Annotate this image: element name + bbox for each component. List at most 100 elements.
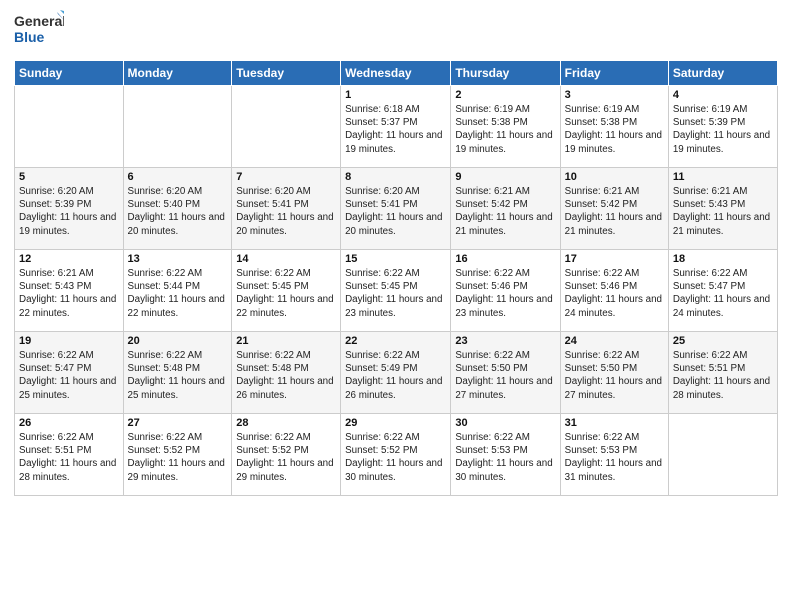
day-number: 21: [236, 335, 336, 347]
calendar-cell: 13 Sunrise: 6:22 AMSunset: 5:44 PMDayligh…: [123, 250, 232, 332]
day-number: 24: [565, 335, 664, 347]
day-number: 2: [455, 89, 555, 101]
calendar-cell: 27 Sunrise: 6:22 AMSunset: 5:52 PMDayligh…: [123, 414, 232, 496]
calendar-header-thursday: Thursday: [451, 61, 560, 86]
day-number: 26: [19, 417, 119, 429]
calendar-cell: 21 Sunrise: 6:22 AMSunset: 5:48 PMDayligh…: [232, 332, 341, 414]
day-number: 9: [455, 171, 555, 183]
day-info: Sunrise: 6:22 AMSunset: 5:48 PMDaylight:…: [128, 349, 228, 402]
day-number: 3: [565, 89, 664, 101]
day-info: Sunrise: 6:22 AMSunset: 5:45 PMDaylight:…: [345, 267, 446, 320]
calendar-cell: 12Sunrise: 6:21 AMSunset: 5:43 PMDayligh…: [15, 250, 124, 332]
day-number: 31: [565, 417, 664, 429]
day-info: Sunrise: 6:22 AMSunset: 5:52 PMDaylight:…: [345, 431, 446, 484]
day-number: 17: [565, 253, 664, 265]
day-number: 8: [345, 171, 446, 183]
calendar-cell: 5 Sunrise: 6:20 AMSunset: 5:39 PMDaylight…: [15, 168, 124, 250]
day-info: Sunrise: 6:20 AMSunset: 5:41 PMDaylight:…: [345, 185, 446, 238]
calendar-cell: 6 Sunrise: 6:20 AMSunset: 5:40 PMDaylight…: [123, 168, 232, 250]
calendar-cell: 10 Sunrise: 6:21 AMSunset: 5:42 PMDayligh…: [560, 168, 668, 250]
day-number: 27: [128, 417, 228, 429]
calendar-cell: 31 Sunrise: 6:22 AMSunset: 5:53 PMDayligh…: [560, 414, 668, 496]
logo: General Blue: [14, 10, 64, 52]
calendar-cell: 16Sunrise: 6:22 AMSunset: 5:46 PMDayligh…: [451, 250, 560, 332]
day-info: Sunrise: 6:22 AMSunset: 5:45 PMDaylight:…: [236, 267, 336, 320]
day-info: Sunrise: 6:21 AMSunset: 5:43 PMDaylight:…: [673, 185, 773, 238]
day-info: Sunrise: 6:18 AMSunset: 5:37 PMDaylight:…: [345, 103, 446, 156]
day-number: 11: [673, 171, 773, 183]
calendar-cell: 17Sunrise: 6:22 AMSunset: 5:46 PMDayligh…: [560, 250, 668, 332]
calendar-header-friday: Friday: [560, 61, 668, 86]
day-info: Sunrise: 6:19 AMSunset: 5:39 PMDaylight:…: [673, 103, 773, 156]
day-number: 29: [345, 417, 446, 429]
day-number: 14: [236, 253, 336, 265]
day-info: Sunrise: 6:22 AMSunset: 5:44 PMDaylight:…: [128, 267, 228, 320]
calendar-header-wednesday: Wednesday: [341, 61, 451, 86]
day-number: 10: [565, 171, 664, 183]
day-info: Sunrise: 6:22 AMSunset: 5:50 PMDaylight:…: [455, 349, 555, 402]
calendar-cell: 22Sunrise: 6:22 AMSunset: 5:49 PMDayligh…: [341, 332, 451, 414]
day-number: 1: [345, 89, 446, 101]
day-number: 7: [236, 171, 336, 183]
calendar-cell: 24 Sunrise: 6:22 AMSunset: 5:50 PMDayligh…: [560, 332, 668, 414]
calendar-cell: 15Sunrise: 6:22 AMSunset: 5:45 PMDayligh…: [341, 250, 451, 332]
day-number: 13: [128, 253, 228, 265]
calendar-cell: 19Sunrise: 6:22 AMSunset: 5:47 PMDayligh…: [15, 332, 124, 414]
day-info: Sunrise: 6:22 AMSunset: 5:47 PMDaylight:…: [19, 349, 119, 402]
day-info: Sunrise: 6:22 AMSunset: 5:48 PMDaylight:…: [236, 349, 336, 402]
day-info: Sunrise: 6:22 AMSunset: 5:52 PMDaylight:…: [128, 431, 228, 484]
calendar-cell: 11 Sunrise: 6:21 AMSunset: 5:43 PMDayligh…: [668, 168, 777, 250]
day-info: Sunrise: 6:22 AMSunset: 5:47 PMDaylight:…: [673, 267, 773, 320]
day-info: Sunrise: 6:19 AMSunset: 5:38 PMDaylight:…: [565, 103, 664, 156]
day-info: Sunrise: 6:22 AMSunset: 5:52 PMDaylight:…: [236, 431, 336, 484]
logo-svg: General Blue: [14, 10, 64, 52]
day-info: Sunrise: 6:21 AMSunset: 5:42 PMDaylight:…: [565, 185, 664, 238]
calendar-week-5: 26 Sunrise: 6:22 AMSunset: 5:51 PMDayligh…: [15, 414, 778, 496]
calendar-cell: [668, 414, 777, 496]
calendar-cell: 30Sunrise: 6:22 AMSunset: 5:53 PMDayligh…: [451, 414, 560, 496]
day-info: Sunrise: 6:22 AMSunset: 5:50 PMDaylight:…: [565, 349, 664, 402]
calendar-cell: 4 Sunrise: 6:19 AMSunset: 5:39 PMDaylight…: [668, 86, 777, 168]
svg-text:General: General: [14, 13, 64, 29]
calendar-table: SundayMondayTuesdayWednesdayThursdayFrid…: [14, 60, 778, 496]
calendar-cell: 29 Sunrise: 6:22 AMSunset: 5:52 PMDayligh…: [341, 414, 451, 496]
page-header: General Blue: [14, 10, 778, 52]
calendar-cell: 28 Sunrise: 6:22 AMSunset: 5:52 PMDayligh…: [232, 414, 341, 496]
calendar-cell: [123, 86, 232, 168]
calendar-cell: 2 Sunrise: 6:19 AMSunset: 5:38 PMDaylight…: [451, 86, 560, 168]
calendar-week-4: 19Sunrise: 6:22 AMSunset: 5:47 PMDayligh…: [15, 332, 778, 414]
day-number: 28: [236, 417, 336, 429]
calendar-week-1: 1 Sunrise: 6:18 AMSunset: 5:37 PMDaylight…: [15, 86, 778, 168]
calendar-cell: 1 Sunrise: 6:18 AMSunset: 5:37 PMDaylight…: [341, 86, 451, 168]
day-number: 23: [455, 335, 555, 347]
day-info: Sunrise: 6:22 AMSunset: 5:53 PMDaylight:…: [565, 431, 664, 484]
day-info: Sunrise: 6:19 AMSunset: 5:38 PMDaylight:…: [455, 103, 555, 156]
calendar-header-sunday: Sunday: [15, 61, 124, 86]
calendar-cell: 20 Sunrise: 6:22 AMSunset: 5:48 PMDayligh…: [123, 332, 232, 414]
day-number: 20: [128, 335, 228, 347]
calendar-header-tuesday: Tuesday: [232, 61, 341, 86]
day-info: Sunrise: 6:22 AMSunset: 5:49 PMDaylight:…: [345, 349, 446, 402]
day-number: 18: [673, 253, 773, 265]
calendar-cell: 3 Sunrise: 6:19 AMSunset: 5:38 PMDaylight…: [560, 86, 668, 168]
day-info: Sunrise: 6:20 AMSunset: 5:40 PMDaylight:…: [128, 185, 228, 238]
day-info: Sunrise: 6:22 AMSunset: 5:51 PMDaylight:…: [673, 349, 773, 402]
calendar-cell: 23 Sunrise: 6:22 AMSunset: 5:50 PMDayligh…: [451, 332, 560, 414]
day-info: Sunrise: 6:22 AMSunset: 5:51 PMDaylight:…: [19, 431, 119, 484]
calendar-cell: 9 Sunrise: 6:21 AMSunset: 5:42 PMDaylight…: [451, 168, 560, 250]
day-number: 5: [19, 171, 119, 183]
day-number: 4: [673, 89, 773, 101]
day-number: 6: [128, 171, 228, 183]
calendar-cell: 25 Sunrise: 6:22 AMSunset: 5:51 PMDayligh…: [668, 332, 777, 414]
day-info: Sunrise: 6:20 AMSunset: 5:39 PMDaylight:…: [19, 185, 119, 238]
day-number: 16: [455, 253, 555, 265]
day-info: Sunrise: 6:21 AMSunset: 5:43 PMDaylight:…: [19, 267, 119, 320]
calendar-cell: [232, 86, 341, 168]
day-number: 25: [673, 335, 773, 347]
day-number: 30: [455, 417, 555, 429]
svg-text:Blue: Blue: [14, 29, 45, 45]
calendar-cell: 26 Sunrise: 6:22 AMSunset: 5:51 PMDayligh…: [15, 414, 124, 496]
calendar-header-row: SundayMondayTuesdayWednesdayThursdayFrid…: [15, 61, 778, 86]
day-info: Sunrise: 6:21 AMSunset: 5:42 PMDaylight:…: [455, 185, 555, 238]
calendar-cell: 7Sunrise: 6:20 AMSunset: 5:41 PMDaylight…: [232, 168, 341, 250]
